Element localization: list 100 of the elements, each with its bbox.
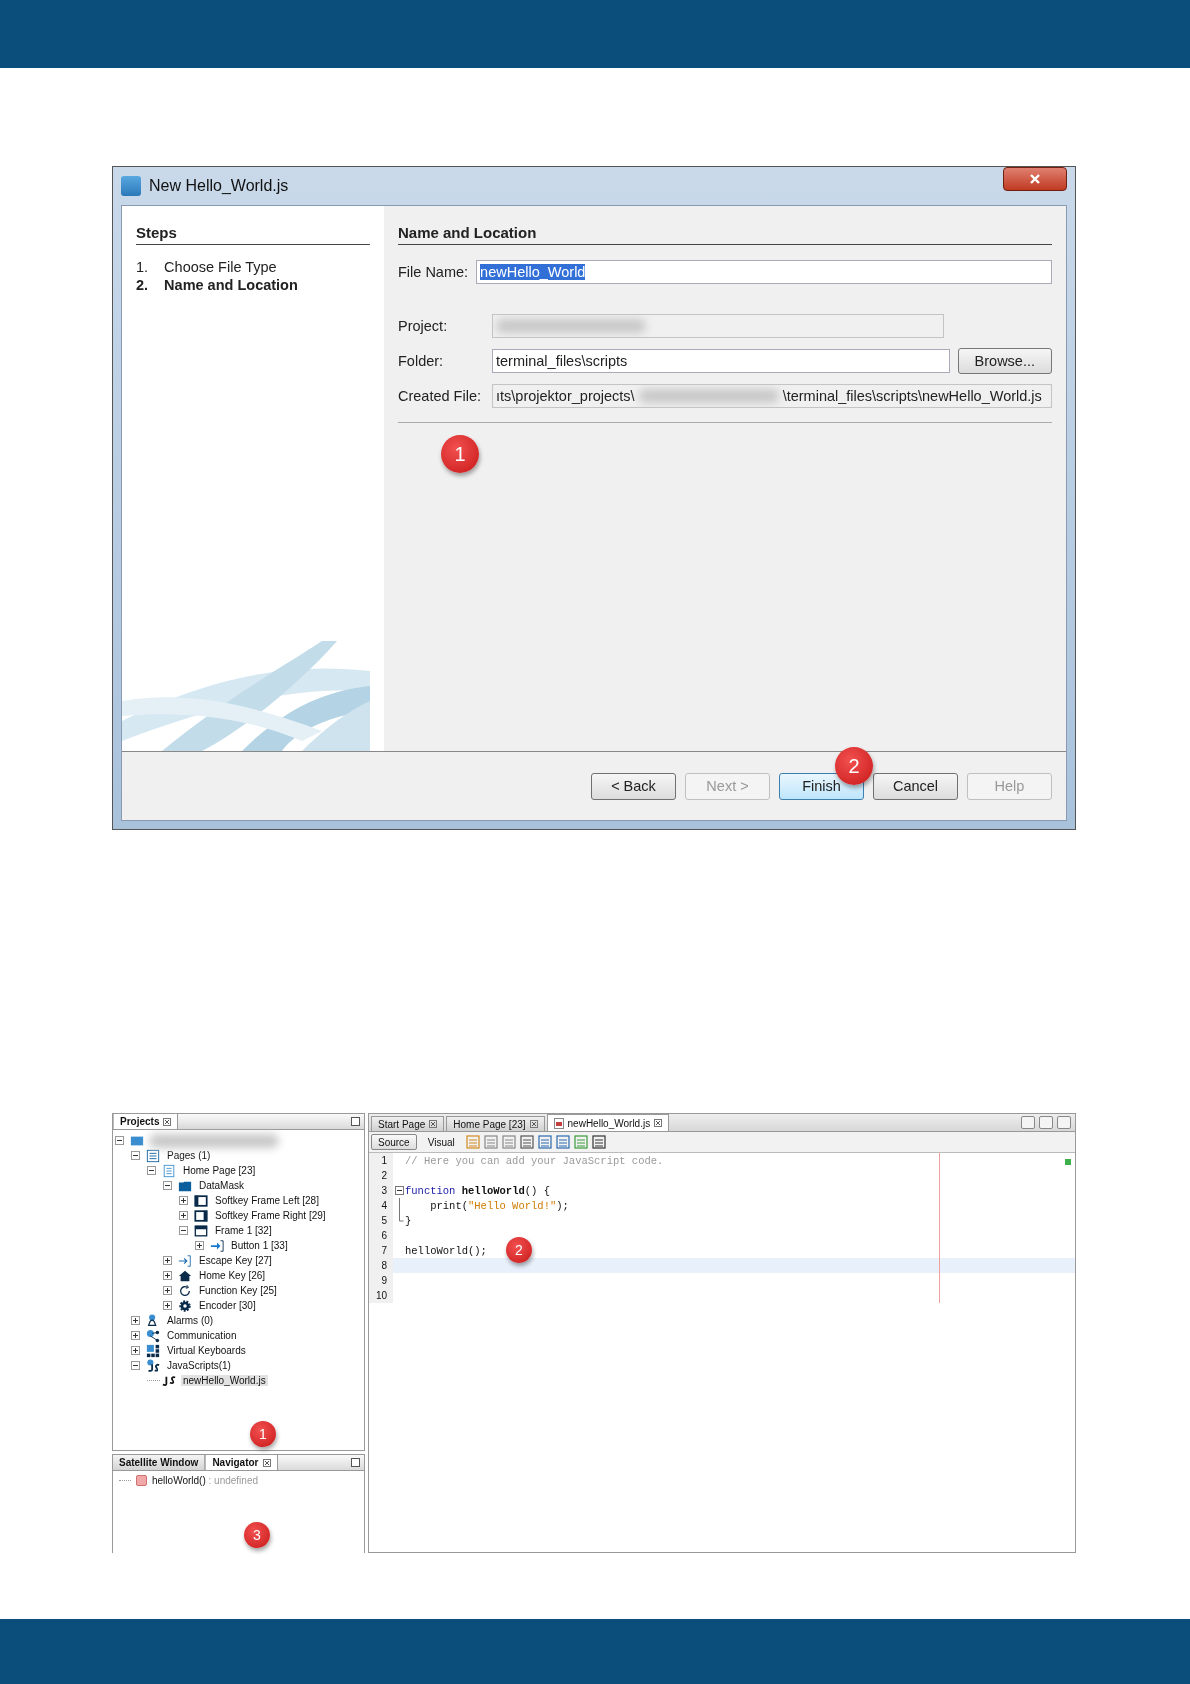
dropdown-icon[interactable]	[1039, 1116, 1053, 1129]
method-icon	[136, 1475, 147, 1486]
panel-tab[interactable]: Navigator	[205, 1455, 278, 1470]
close-icon[interactable]	[529, 1120, 538, 1128]
panel-tab[interactable]: Satellite Window	[113, 1455, 206, 1470]
expander-icon[interactable]	[163, 1286, 172, 1295]
section-heading: Name and Location	[398, 224, 1052, 245]
line-number: 2	[369, 1168, 393, 1183]
grid-icon	[146, 1343, 160, 1358]
file-icon	[553, 1117, 564, 1129]
code-line: helloWorld();	[405, 1244, 487, 1257]
line-number: 10	[369, 1288, 393, 1303]
gear-icon	[178, 1298, 192, 1313]
arrow-icon	[210, 1238, 224, 1253]
tree-item[interactable]: Home Key [26]	[197, 1270, 268, 1281]
minimize-icon[interactable]	[351, 1458, 360, 1467]
toolbar-icon[interactable]	[519, 1135, 534, 1149]
field-label: Folder:	[398, 352, 445, 370]
expander-icon[interactable]	[131, 1331, 140, 1340]
line-number: 9	[369, 1273, 393, 1288]
frame-icon	[194, 1208, 208, 1223]
tree-item[interactable]: Home Page [23]	[181, 1165, 258, 1176]
step-label: Name and Location	[164, 277, 298, 293]
expander-icon[interactable]	[179, 1226, 188, 1235]
expander-icon[interactable]	[179, 1196, 188, 1205]
view-toggle[interactable]: Source	[371, 1134, 417, 1150]
expander-icon[interactable]	[131, 1346, 140, 1355]
browse-button[interactable]: Browse...	[957, 348, 1052, 374]
tree-item[interactable]: newHello_World.js	[181, 1375, 268, 1386]
refresh-icon	[178, 1283, 192, 1298]
code-line: }	[405, 1214, 412, 1227]
editor-tab[interactable]: Home Page [23]	[446, 1116, 545, 1131]
editor-tab[interactable]: Start Page	[371, 1116, 445, 1131]
share-icon	[146, 1328, 160, 1343]
tree-item[interactable]: Softkey Frame Right [29]	[213, 1210, 328, 1221]
expander-icon[interactable]	[163, 1271, 172, 1280]
tree-item[interactable]: Virtual Keyboards	[165, 1345, 248, 1356]
expander-icon[interactable]	[131, 1316, 140, 1325]
expander-icon[interactable]	[147, 1166, 156, 1175]
tree-item[interactable]: Frame 1 [32]	[213, 1225, 274, 1236]
page-icon	[162, 1163, 176, 1178]
panel-tab[interactable]: Projects	[113, 1114, 179, 1129]
maximize-icon[interactable]	[1057, 1116, 1071, 1129]
line-number: 8	[369, 1258, 393, 1273]
app-icon	[121, 176, 141, 196]
field-label: Created File:	[398, 387, 482, 405]
dialog-button[interactable]: < Back	[591, 772, 676, 800]
scroll-tabs-icon[interactable]	[1021, 1116, 1035, 1129]
line-number: 3	[369, 1183, 393, 1198]
code-line: function helloWorld() {	[405, 1184, 550, 1197]
tree-item[interactable]: Encoder [30]	[197, 1300, 258, 1311]
expander-icon[interactable]	[163, 1181, 172, 1190]
line-number: 5	[369, 1213, 393, 1228]
tree-item[interactable]: Function Key [25]	[197, 1285, 279, 1296]
line-number: 1	[369, 1153, 393, 1168]
toolbar-icon[interactable]	[591, 1135, 606, 1149]
steps-heading: Steps	[136, 224, 370, 245]
expander-icon[interactable]	[131, 1361, 140, 1370]
script-icon	[146, 1358, 160, 1373]
editor-tab[interactable]: newHello_World.js	[546, 1114, 670, 1131]
close-icon[interactable]	[654, 1119, 663, 1127]
navigator-item[interactable]: helloWorld() : undefined	[152, 1475, 258, 1486]
folder-field[interactable]: terminal_files\scripts	[492, 349, 950, 373]
tree-item[interactable]: Button 1 [33]	[229, 1240, 290, 1251]
close-icon[interactable]	[262, 1458, 271, 1467]
step-number: 2.	[136, 277, 149, 293]
expander-icon[interactable]	[163, 1301, 172, 1310]
file-name-field[interactable]: newHello_World	[476, 260, 1052, 284]
frame-icon	[194, 1223, 208, 1238]
close-icon[interactable]	[163, 1117, 172, 1126]
frame-icon	[194, 1193, 208, 1208]
dialog-button[interactable]: Cancel	[873, 772, 958, 800]
expander-icon[interactable]	[179, 1211, 188, 1220]
view-toggle[interactable]: Visual	[420, 1134, 462, 1150]
code-line: print("Hello World!");	[429, 1199, 569, 1212]
close-icon[interactable]	[429, 1120, 438, 1128]
code-line: // Here you can add your JavaScript code.	[405, 1154, 664, 1167]
window-title: New Hello_World.js	[149, 177, 289, 195]
tree-item[interactable]: JavaScripts(1)	[165, 1360, 233, 1371]
tree-item[interactable]: Pages (1)	[165, 1150, 213, 1161]
line-number: 4	[369, 1198, 393, 1213]
tree-item[interactable]: Softkey Frame Left [28]	[213, 1195, 321, 1206]
expander-icon[interactable]	[163, 1256, 172, 1265]
expander-icon[interactable]	[115, 1136, 124, 1145]
close-button[interactable]	[1003, 167, 1067, 191]
field-label: File Name:	[398, 263, 469, 281]
tree-item[interactable]: Escape Key [27]	[197, 1255, 274, 1266]
tree-item[interactable]: DataMask	[197, 1180, 246, 1191]
step-label: Choose File Type	[164, 259, 277, 275]
line-number: 6	[369, 1228, 393, 1243]
fold-icon[interactable]	[394, 1186, 404, 1195]
tree-item[interactable]: Communication	[165, 1330, 239, 1341]
home-icon	[178, 1268, 192, 1283]
tree-item[interactable]: Alarms (0)	[165, 1315, 216, 1326]
expander-icon[interactable]	[131, 1151, 140, 1160]
exit-icon	[178, 1253, 192, 1268]
minimize-icon[interactable]	[351, 1117, 360, 1126]
step-number: 1.	[136, 259, 149, 275]
expander-icon[interactable]	[195, 1241, 204, 1250]
status-marker-icon	[1065, 1159, 1071, 1165]
